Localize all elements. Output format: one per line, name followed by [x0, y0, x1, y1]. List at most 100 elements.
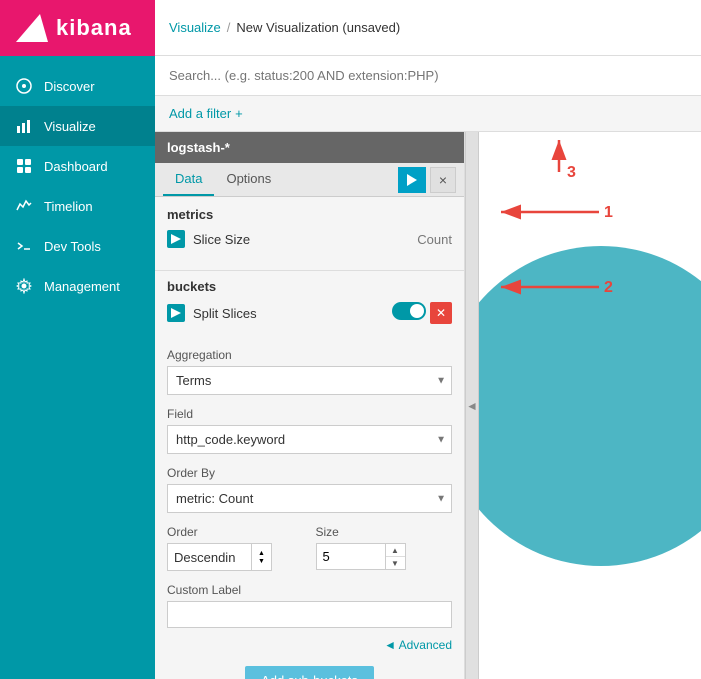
buckets-title: buckets [167, 279, 452, 294]
order-arrow-button[interactable]: ▲ ▼ [252, 543, 272, 571]
field-select-wrapper: http_code.keyword response.keyword ▼ [167, 425, 452, 454]
add-sub-buckets-row: Add sub-buckets [155, 656, 464, 679]
order-select[interactable]: Descendin Ascending [167, 543, 252, 571]
sidebar-item-dashboard[interactable]: Dashboard [0, 146, 155, 186]
slice-size-icon [171, 234, 181, 244]
sidebar-item-label-discover: Discover [44, 79, 95, 94]
add-filter-button[interactable]: Add a filter + [169, 106, 243, 121]
dev-tools-icon [14, 236, 34, 256]
collapse-handle[interactable]: ◄ [465, 132, 479, 679]
sidebar-item-label-dashboard: Dashboard [44, 159, 108, 174]
order-select-container: Descendin Ascending ▲ ▼ [167, 543, 304, 571]
field-group: Field http_code.keyword response.keyword… [155, 401, 464, 460]
plus-icon: + [235, 106, 243, 121]
add-sub-buckets-label: Add sub-buckets [261, 673, 358, 679]
timelion-icon [14, 196, 34, 216]
search-input[interactable] [169, 68, 687, 83]
sidebar: kibana Discover Visualize [0, 0, 155, 679]
order-by-select-wrapper: metric: Count metric: Sum ▼ [167, 484, 452, 513]
discover-icon [14, 76, 34, 96]
field-label: Field [167, 407, 452, 421]
play-icon [407, 174, 417, 186]
bucket-label-split-slices: Split Slices [193, 306, 384, 321]
svg-text:3: 3 [567, 164, 576, 181]
bucket-icon [167, 304, 185, 322]
order-group: Order Descendin Ascending ▲ ▼ [167, 525, 304, 571]
size-spinner-up[interactable]: ▲ [386, 544, 405, 557]
sidebar-item-label-timelion: Timelion [44, 199, 93, 214]
field-select[interactable]: http_code.keyword response.keyword [167, 425, 452, 454]
sidebar-item-label-management: Management [44, 279, 120, 294]
split-slices-icon [171, 308, 181, 318]
svg-text:1: 1 [604, 204, 613, 221]
sidebar-item-management[interactable]: Management [0, 266, 155, 306]
size-input[interactable] [316, 543, 386, 570]
order-label: Order [167, 525, 304, 539]
buckets-section: buckets Split Slices ✕ [155, 275, 464, 342]
size-group: Size ▲ ▼ [316, 525, 453, 571]
metric-icon [167, 230, 185, 248]
bucket-delete-button[interactable]: ✕ [430, 302, 452, 324]
tab-data[interactable]: Data [163, 163, 214, 196]
size-label: Size [316, 525, 453, 539]
breadcrumb-separator: / [227, 20, 231, 35]
bucket-actions: ✕ [392, 302, 452, 324]
metric-label-slice-size: Slice Size [193, 232, 409, 247]
add-filter-label: Add a filter [169, 106, 231, 121]
divider [155, 270, 464, 271]
tab-bar: Data Options × [155, 163, 464, 197]
metrics-title: metrics [167, 207, 452, 222]
aggregation-select-wrapper: Terms Filters Range ▼ [167, 366, 452, 395]
advanced-label: ◄ Advanced [384, 638, 452, 652]
toggle-knob [410, 304, 424, 318]
close-button[interactable]: × [430, 167, 456, 193]
bucket-toggle[interactable] [392, 302, 426, 320]
bucket-item-split-slices: Split Slices ✕ [167, 302, 452, 324]
aggregation-group: Aggregation Terms Filters Range ▼ [155, 342, 464, 401]
tab-actions: × [398, 167, 456, 193]
sidebar-item-dev-tools[interactable]: Dev Tools [0, 226, 155, 266]
order-by-label: Order By [167, 466, 452, 480]
logo[interactable]: kibana [0, 0, 155, 56]
sidebar-nav: Discover Visualize Dashboar [0, 56, 155, 679]
advanced-button[interactable]: ◄ Advanced [384, 638, 452, 652]
chart-circle [479, 246, 701, 566]
left-panel: logstash-* Data Options [155, 132, 465, 679]
collapse-icon: ◄ [466, 399, 478, 413]
kibana-logo-icon [12, 10, 48, 46]
management-icon [14, 276, 34, 296]
size-input-container: ▲ ▼ [316, 543, 453, 570]
index-pattern-bar: logstash-* [155, 132, 464, 163]
logo-text: kibana [56, 15, 132, 41]
search-bar [155, 56, 701, 96]
metrics-section: metrics Slice Size Count [155, 197, 464, 266]
visualize-icon [14, 116, 34, 136]
order-down-arrow: ▼ [258, 558, 265, 565]
order-size-row: Order Descendin Ascending ▲ ▼ Size [155, 519, 464, 577]
aggregation-select[interactable]: Terms Filters Range [167, 366, 452, 395]
breadcrumb-parent[interactable]: Visualize [169, 20, 221, 35]
add-sub-buckets-button[interactable]: Add sub-buckets [245, 666, 374, 679]
advanced-row: ◄ Advanced [155, 634, 464, 656]
run-button[interactable] [398, 167, 426, 193]
sidebar-item-label-dev-tools: Dev Tools [44, 239, 101, 254]
dashboard-icon [14, 156, 34, 176]
order-by-group: Order By metric: Count metric: Sum ▼ [155, 460, 464, 519]
sidebar-item-discover[interactable]: Discover [0, 66, 155, 106]
chart-area: 1 2 3 [479, 132, 701, 679]
metric-value-slice-size: Count [417, 232, 452, 247]
sidebar-item-timelion[interactable]: Timelion [0, 186, 155, 226]
filter-bar: Add a filter + [155, 96, 701, 132]
custom-label-input[interactable] [167, 601, 452, 628]
metric-item-slice-size: Slice Size Count [167, 230, 452, 248]
custom-label-section: Custom Label [155, 577, 464, 634]
topbar: Visualize / New Visualization (unsaved) [155, 0, 701, 56]
custom-label-label: Custom Label [167, 583, 452, 597]
order-by-select[interactable]: metric: Count metric: Sum [167, 484, 452, 513]
main-content: Visualize / New Visualization (unsaved) … [155, 0, 701, 679]
order-up-arrow: ▲ [258, 550, 265, 557]
tab-options[interactable]: Options [214, 163, 283, 196]
size-spinner: ▲ ▼ [386, 543, 406, 570]
size-spinner-down[interactable]: ▼ [386, 557, 405, 569]
sidebar-item-visualize[interactable]: Visualize [0, 106, 155, 146]
